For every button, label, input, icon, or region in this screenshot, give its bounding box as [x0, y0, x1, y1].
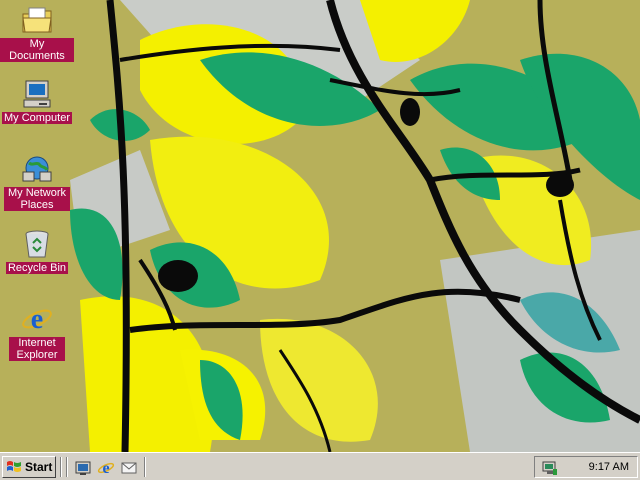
desktop-icon-my-documents[interactable]: My Documents [0, 4, 74, 62]
start-label: Start [25, 460, 53, 474]
system-tray: 9:17 AM [534, 456, 638, 478]
desktop-icon-label: My Network Places [4, 187, 70, 211]
desktop-icon-recycle-bin[interactable]: Recycle Bin [0, 228, 74, 274]
desktop-icon-label: My Documents [0, 38, 74, 62]
taskbar: Start e 9:17 AM [0, 452, 640, 480]
recycle-bin-icon [20, 228, 54, 260]
display-settings-icon[interactable] [541, 459, 559, 477]
internet-explorer-icon[interactable]: e [97, 459, 115, 477]
desktop-icon-internet-explorer[interactable]: e Internet Explorer [0, 303, 74, 361]
svg-text:e: e [31, 304, 43, 335]
desktop-icon-label: Recycle Bin [5, 262, 69, 274]
network-places-icon [20, 153, 54, 185]
desktop-icon-label: Internet Explorer [9, 337, 65, 361]
desktop-icon-my-network-places[interactable]: My Network Places [0, 153, 74, 211]
taskbar-separator [66, 457, 68, 477]
start-button[interactable]: Start [2, 456, 56, 478]
internet-explorer-icon: e [20, 303, 54, 335]
desktop-icon-label: My Computer [1, 112, 73, 124]
wallpaper [0, 0, 640, 452]
show-desktop-icon[interactable] [74, 459, 92, 477]
desktop-icon-my-computer[interactable]: My Computer [0, 78, 74, 124]
taskbar-separator [60, 457, 62, 477]
outlook-express-icon[interactable] [120, 459, 138, 477]
taskbar-separator [144, 457, 146, 477]
desktop[interactable]: My Documents My Computer My Network Plac… [0, 0, 640, 452]
computer-icon [20, 78, 54, 110]
clock[interactable]: 9:17 AM [589, 461, 629, 473]
folder-documents-icon [20, 4, 54, 36]
windows-logo-icon [7, 461, 21, 472]
svg-text:e: e [102, 460, 109, 477]
